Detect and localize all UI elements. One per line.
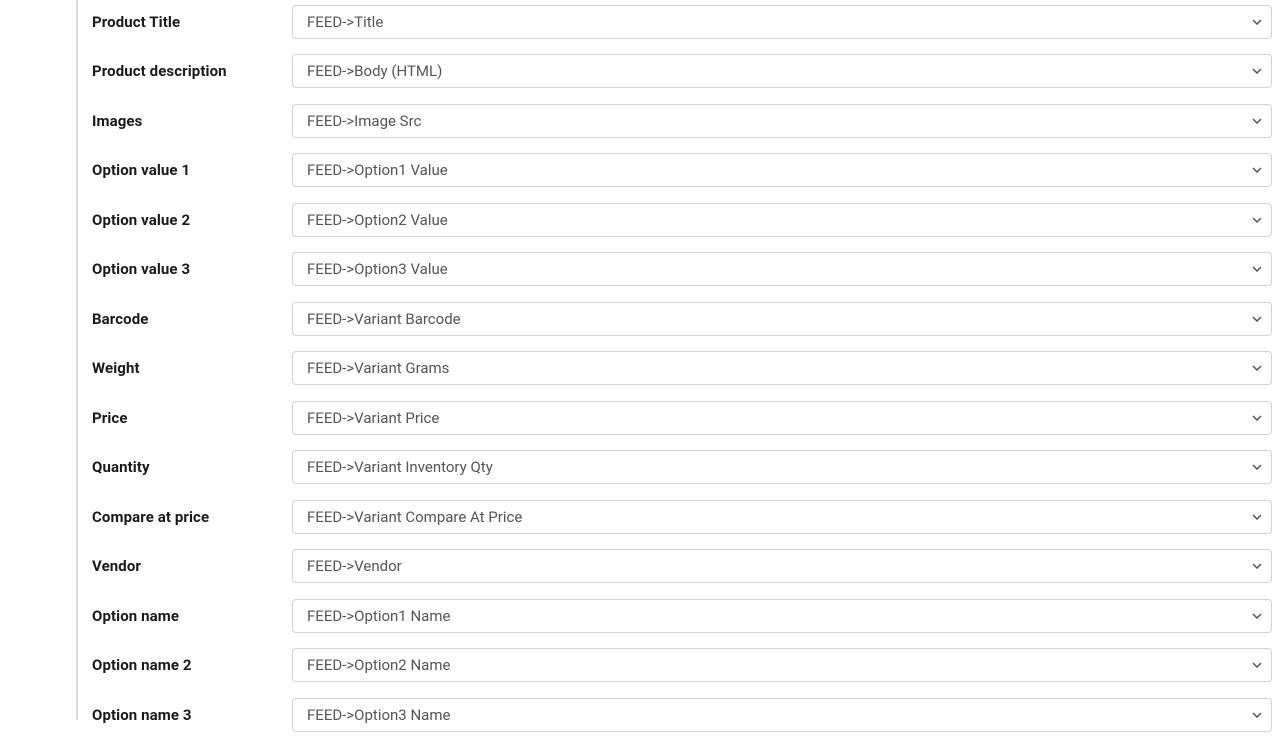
select-weight[interactable]: FEED->Variant Grams [292,351,1272,385]
field-row-compare-at-price: Compare at priceFEED->Variant Compare At… [92,492,1272,542]
select-quantity[interactable]: FEED->Variant Inventory Qty [292,450,1272,484]
select-wrapper-barcode: FEED->Variant Barcode [292,302,1272,336]
select-barcode[interactable]: FEED->Variant Barcode [292,302,1272,336]
field-label-option-name-3: Option name 3 [92,706,292,724]
select-product-description[interactable]: FEED->Body (HTML) [292,54,1272,88]
field-row-product-title: Product TitleFEED->Title [92,0,1272,47]
select-images[interactable]: FEED->Image Src [292,104,1272,138]
field-row-vendor: VendorFEED->Vendor [92,542,1272,592]
panel-left-border [76,0,78,720]
select-wrapper-option-name-2: FEED->Option2 Name [292,648,1272,682]
field-label-price: Price [92,409,292,427]
field-label-option-value-1: Option value 1 [92,161,292,179]
select-option-value-2[interactable]: FEED->Option2 Value [292,203,1272,237]
select-option-value-1[interactable]: FEED->Option1 Value [292,153,1272,187]
field-label-option-name-2: Option name 2 [92,656,292,674]
field-label-weight: Weight [92,359,292,377]
select-option-name-2[interactable]: FEED->Option2 Name [292,648,1272,682]
field-label-option-value-3: Option value 3 [92,260,292,278]
field-row-option-value-1: Option value 1FEED->Option1 Value [92,146,1272,196]
field-label-compare-at-price: Compare at price [92,508,292,526]
select-wrapper-option-name-3: FEED->Option3 Name [292,698,1272,732]
select-option-name-3[interactable]: FEED->Option3 Name [292,698,1272,732]
field-row-option-name: Option nameFEED->Option1 Name [92,591,1272,641]
select-wrapper-price: FEED->Variant Price [292,401,1272,435]
select-option-value-3[interactable]: FEED->Option3 Value [292,252,1272,286]
select-wrapper-option-name: FEED->Option1 Name [292,599,1272,633]
select-wrapper-compare-at-price: FEED->Variant Compare At Price [292,500,1272,534]
field-row-option-name-3: Option name 3FEED->Option3 Name [92,690,1272,740]
select-wrapper-vendor: FEED->Vendor [292,549,1272,583]
field-row-option-value-2: Option value 2FEED->Option2 Value [92,195,1272,245]
field-label-option-name: Option name [92,607,292,625]
select-option-name[interactable]: FEED->Option1 Name [292,599,1272,633]
select-wrapper-images: FEED->Image Src [292,104,1272,138]
field-label-images: Images [92,112,292,130]
select-price[interactable]: FEED->Variant Price [292,401,1272,435]
field-row-barcode: BarcodeFEED->Variant Barcode [92,294,1272,344]
field-label-barcode: Barcode [92,310,292,328]
field-row-option-value-3: Option value 3FEED->Option3 Value [92,245,1272,295]
select-wrapper-option-value-1: FEED->Option1 Value [292,153,1272,187]
field-label-product-description: Product description [92,62,292,80]
select-wrapper-quantity: FEED->Variant Inventory Qty [292,450,1272,484]
select-product-title[interactable]: FEED->Title [292,5,1272,39]
select-compare-at-price[interactable]: FEED->Variant Compare At Price [292,500,1272,534]
field-label-product-title: Product Title [92,13,292,31]
select-wrapper-weight: FEED->Variant Grams [292,351,1272,385]
field-label-vendor: Vendor [92,557,292,575]
field-label-quantity: Quantity [92,458,292,476]
select-wrapper-product-description: FEED->Body (HTML) [292,54,1272,88]
field-row-images: ImagesFEED->Image Src [92,96,1272,146]
field-mapping-form: Product TitleFEED->TitleProduct descript… [92,0,1272,740]
field-label-option-value-2: Option value 2 [92,211,292,229]
select-wrapper-option-value-3: FEED->Option3 Value [292,252,1272,286]
field-row-option-name-2: Option name 2FEED->Option2 Name [92,641,1272,691]
select-wrapper-option-value-2: FEED->Option2 Value [292,203,1272,237]
field-row-weight: WeightFEED->Variant Grams [92,344,1272,394]
field-row-product-description: Product descriptionFEED->Body (HTML) [92,47,1272,97]
select-wrapper-product-title: FEED->Title [292,5,1272,39]
select-vendor[interactable]: FEED->Vendor [292,549,1272,583]
field-row-quantity: QuantityFEED->Variant Inventory Qty [92,443,1272,493]
field-row-price: PriceFEED->Variant Price [92,393,1272,443]
